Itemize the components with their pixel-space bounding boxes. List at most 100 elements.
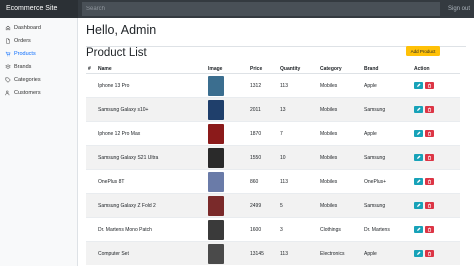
product-price: 2011 (248, 97, 278, 122)
column-header: Price (248, 64, 278, 74)
product-name: Iphone 13 Pro (96, 73, 206, 98)
pencil-icon (417, 227, 421, 231)
delete-button[interactable] (425, 106, 434, 113)
product-brand: OnePlus+ (362, 169, 412, 194)
product-quantity: 113 (278, 169, 318, 194)
product-brand: Apple (362, 241, 412, 265)
trash-icon (428, 107, 431, 112)
product-image-cell (206, 73, 248, 98)
delete-button[interactable] (425, 82, 434, 89)
signout-link[interactable]: Sign out (444, 6, 474, 12)
sidebar-item-customers[interactable]: Customers (0, 86, 77, 99)
product-image (208, 75, 224, 96)
product-image-cell (206, 241, 248, 265)
tag-icon (5, 76, 11, 83)
edit-button[interactable] (414, 250, 423, 257)
edit-button[interactable] (414, 82, 423, 89)
greeting-heading: Hello, Admin (86, 23, 157, 37)
sidebar-item-orders[interactable]: Orders (0, 34, 77, 47)
trash-icon (428, 83, 431, 88)
product-name: Dr. Martens Mono Patch (96, 217, 206, 242)
table-row: OnePlus 8T 860 113 Mobiles OnePlus+ (86, 169, 460, 194)
product-name: Samsung Galaxy Z Fold 2 (96, 193, 206, 218)
sidebar-item-label: Categories (14, 76, 41, 83)
cart-icon (5, 51, 11, 56)
delete-button[interactable] (425, 178, 434, 185)
product-price: 1312 (248, 73, 278, 98)
sidebar-item-products[interactable]: Products (0, 47, 77, 60)
row-index (86, 193, 96, 218)
pencil-icon (417, 203, 421, 207)
home-icon (5, 25, 11, 30)
edit-button[interactable] (414, 130, 423, 137)
edit-button[interactable] (414, 202, 423, 209)
action-cell (412, 73, 460, 98)
pencil-icon (417, 107, 421, 111)
product-image-cell (206, 121, 248, 146)
sidebar-item-categories[interactable]: Categories (0, 73, 77, 86)
product-category: Mobiles (318, 73, 362, 98)
pencil-icon (417, 251, 421, 255)
brand-logo[interactable]: Ecommerce Site (0, 0, 78, 18)
product-category: Mobiles (318, 121, 362, 146)
page-title: Product List (86, 47, 147, 59)
delete-button[interactable] (425, 202, 434, 209)
product-category: Mobiles (318, 193, 362, 218)
product-quantity: 13 (278, 97, 318, 122)
edit-button[interactable] (414, 226, 423, 233)
product-price: 860 (248, 169, 278, 194)
product-brand: Dr. Martens (362, 217, 412, 242)
product-brand: Samsung (362, 145, 412, 170)
column-header: Brand (362, 64, 412, 74)
product-quantity: 3 (278, 217, 318, 242)
sidebar-item-label: Customers (14, 89, 41, 96)
row-index (86, 97, 96, 122)
trash-icon (428, 203, 431, 208)
add-product-button[interactable]: Add Product (406, 46, 440, 56)
action-cell (412, 145, 460, 170)
delete-button[interactable] (425, 130, 434, 137)
product-image (208, 147, 224, 168)
product-quantity: 10 (278, 145, 318, 170)
action-cell (412, 193, 460, 218)
delete-button[interactable] (425, 226, 434, 233)
product-quantity: 113 (278, 73, 318, 98)
product-price: 1600 (248, 217, 278, 242)
sidebar-item-brands[interactable]: Brands (0, 60, 77, 73)
product-quantity: 7 (278, 121, 318, 146)
sidebar-item-label: Dashboard (14, 24, 41, 31)
sidebar-item-label: Brands (14, 63, 32, 70)
delete-button[interactable] (425, 154, 434, 161)
file-icon (6, 37, 10, 44)
sidebar-item-dashboard[interactable]: Dashboard (0, 21, 77, 34)
table-row: Samsung Galaxy Z Fold 2 2499 5 Mobiles Samsu… (86, 193, 460, 218)
edit-button[interactable] (414, 154, 423, 161)
action-cell (412, 241, 460, 265)
row-index (86, 241, 96, 265)
product-image (208, 219, 224, 240)
product-category: Mobiles (318, 145, 362, 170)
edit-button[interactable] (414, 178, 423, 185)
edit-button[interactable] (414, 106, 423, 113)
delete-button[interactable] (425, 250, 434, 257)
product-quantity: 5 (278, 193, 318, 218)
product-image (208, 171, 224, 192)
trash-icon (428, 179, 431, 184)
top-navbar: Ecommerce Site Sign out (0, 0, 474, 18)
product-brand: Apple (362, 121, 412, 146)
pencil-icon (417, 155, 421, 159)
search-input[interactable] (82, 2, 440, 16)
action-cell (412, 97, 460, 122)
sidebar: Dashboard Orders Products Brands Categories C… (0, 18, 78, 266)
table-row: Computer Set 13145 113 Electronics Apple (86, 241, 460, 265)
product-price: 1550 (248, 145, 278, 170)
column-header: Category (318, 64, 362, 74)
product-image (208, 123, 224, 144)
product-category: Electronics (318, 241, 362, 265)
product-image-cell (206, 193, 248, 218)
product-name: OnePlus 8T (96, 169, 206, 194)
table-row: Dr. Martens Mono Patch 1600 3 Clothings Dr. … (86, 217, 460, 242)
row-index (86, 73, 96, 98)
trash-icon (428, 227, 431, 232)
trash-icon (428, 251, 431, 256)
